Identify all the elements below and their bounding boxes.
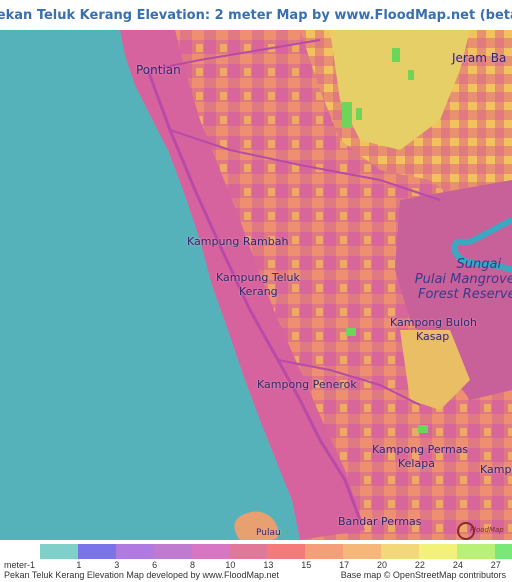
legend-swatch (494, 544, 512, 559)
map-title-bar: Pekan Teluk Kerang Elevation: 2 meter Ma… (0, 0, 512, 30)
footer-credit-left[interactable]: Pekan Teluk Kerang Elevation Map develop… (4, 570, 279, 580)
label-kampong-buloh: Kampong Buloh (390, 316, 477, 329)
green-patch-1 (342, 102, 352, 128)
label-kasap: Kasap (416, 330, 450, 343)
reserve-line-2: Pulai Mangrove (414, 272, 512, 287)
legend-tick: 27 (490, 560, 501, 570)
legend-swatch (418, 544, 457, 559)
label-mangrove-reserve: Sungai Pulai Mangrove Forest Reserve (415, 257, 512, 302)
green-patch-2 (356, 108, 362, 120)
green-patch-5 (346, 328, 356, 336)
reserve-line-1: Sungai (456, 257, 502, 272)
footer-credit-right[interactable]: Base map © OpenStreetMap contributors (341, 570, 506, 580)
legend-swatch (229, 544, 268, 559)
green-patch-3 (392, 48, 400, 62)
label-kampong-penerok: Kampong Penerok (257, 378, 357, 391)
legend-unit: meter (4, 560, 28, 570)
legend-unit-label: meter-1 (4, 560, 35, 570)
legend-swatch (40, 544, 78, 559)
legend-swatch (191, 544, 230, 559)
legend-tick: 22 (414, 560, 425, 570)
legend-swatch (77, 544, 116, 559)
label-kampung-rambah: Kampung Rambah (187, 235, 289, 248)
label-kampong-permas: Kampong Permas (372, 443, 469, 456)
map-title: Pekan Teluk Kerang Elevation: 2 meter Ma… (0, 7, 512, 23)
legend-swatch (115, 544, 154, 559)
elevation-legend: meter-1 1 3 6 8 10 13 15 17 20 22 24 27 Pekan Teluk… (0, 540, 512, 582)
green-patch-7 (418, 425, 428, 433)
legend-tick: 1 (76, 560, 82, 570)
label-kerang: Kerang (239, 285, 278, 298)
legend-tick: 13 (263, 560, 274, 570)
label-kelapa: Kelapa (398, 457, 435, 470)
elevation-map[interactable]: Pontian Jeram Ba Kampung Rambah Kampung … (0, 30, 512, 540)
reserve-line-3: Forest Reserve (418, 287, 512, 302)
legend-tick: 17 (339, 560, 350, 570)
legend-tick: 3 (114, 560, 120, 570)
legend-swatch (267, 544, 306, 559)
legend-swatch (305, 544, 344, 559)
green-patch-4 (408, 70, 414, 80)
legend-tick-first: -1 (27, 560, 36, 570)
legend-tick: 10 (225, 560, 236, 570)
legend-tick: 15 (301, 560, 312, 570)
legend-tick: 20 (377, 560, 388, 570)
legend-swatch (381, 544, 419, 559)
floodmap-watermark: FloodMap (470, 526, 504, 534)
legend-footer: Pekan Teluk Kerang Elevation Map develop… (0, 570, 512, 582)
legend-tick: 24 (452, 560, 463, 570)
legend-swatch (153, 544, 192, 559)
label-bandar-permas: Bandar Permas (338, 515, 422, 528)
legend-tick: 6 (152, 560, 158, 570)
label-jeram-batu: Jeram Ba (452, 51, 507, 65)
label-pontian: Pontian (136, 63, 181, 77)
legend-swatch (343, 544, 382, 559)
legend-swatch (456, 544, 495, 559)
label-pulau: Pulau (256, 528, 281, 538)
legend-color-scale (40, 544, 512, 559)
label-kampo: Kampo (480, 463, 512, 476)
label-kampung-teluk: Kampung Teluk (216, 271, 300, 284)
legend-tick: 8 (190, 560, 196, 570)
